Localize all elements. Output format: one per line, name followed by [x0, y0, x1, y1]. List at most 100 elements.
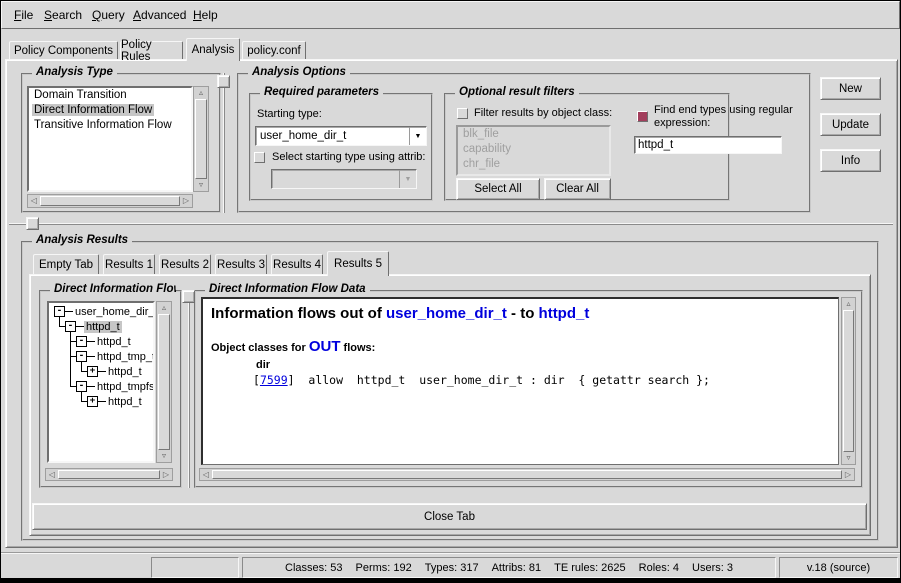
menu-help[interactable]: Help — [193, 2, 218, 28]
menu-advanced-rest: dvanced — [141, 8, 186, 22]
tree-expand-icon[interactable]: - — [54, 306, 65, 317]
tree-node[interactable]: -httpd_tmpfs_t — [76, 380, 155, 393]
scroll-left-icon[interactable]: ◁ — [200, 469, 212, 480]
clear-all-button[interactable]: Clear All — [544, 178, 611, 200]
flow-tree[interactable]: -user_home_dir_t -httpd_t -httpd_t -http… — [47, 301, 155, 463]
select-all-button[interactable]: Select All — [456, 178, 540, 200]
scroll-thumb[interactable] — [58, 470, 160, 479]
tree-node[interactable]: + httpd_t — [87, 395, 144, 408]
analysis-type-hscrollbar[interactable]: ◁ ▷ — [27, 194, 193, 208]
apol-window: File Search Query Advanced Help Policy C… — [0, 0, 901, 583]
rule-id-link[interactable]: 7599 — [260, 373, 288, 387]
scroll-left-icon[interactable]: ◁ — [28, 195, 40, 207]
scroll-up-icon[interactable]: ▵ — [157, 302, 171, 314]
scroll-left-icon[interactable]: ◁ — [46, 469, 58, 480]
flow-data-textarea[interactable]: Information flows out of user_home_dir_t… — [201, 297, 839, 465]
tree-node[interactable]: -user_home_dir_t — [54, 305, 155, 318]
tab-policy-components[interactable]: Policy Components — [9, 41, 118, 59]
tree-node-label[interactable]: httpd_t — [95, 336, 133, 348]
flow-data-vscrollbar[interactable]: ▵ ▿ — [841, 297, 856, 465]
pane-sash-handle[interactable] — [182, 290, 195, 303]
statusbar-divider — [1, 552, 901, 554]
tree-connector — [87, 386, 95, 387]
pane-sash-handle[interactable] — [217, 75, 230, 88]
tree-node-label[interactable]: httpd_tmpfs_t — [95, 381, 155, 393]
pane-sash-handle[interactable] — [26, 217, 39, 230]
tree-connector — [98, 401, 106, 402]
tab-results-3[interactable]: Results 3 — [215, 254, 267, 274]
flow-data-hscrollbar[interactable]: ◁ ▷ — [199, 468, 855, 481]
regex-checkbox[interactable] — [637, 111, 648, 122]
tab-results-2[interactable]: Results 2 — [159, 254, 211, 274]
menu-search[interactable]: Search — [44, 2, 82, 28]
tree-expand-icon[interactable]: - — [76, 336, 87, 347]
starting-type-combobox[interactable]: user_home_dir_t ▼ — [255, 126, 427, 146]
attrib-checkbox-label[interactable]: Select starting type using attrib: — [272, 151, 430, 164]
tree-node-label[interactable]: httpd_t — [106, 366, 144, 378]
list-item: capability — [458, 142, 609, 157]
tab-analysis[interactable]: Analysis — [186, 38, 240, 61]
tab-policy-rules-label: Policy Rules — [121, 39, 182, 63]
regex-input[interactable] — [634, 136, 782, 154]
regex-checkbox-label[interactable]: Find end types using regular expression: — [654, 104, 806, 130]
analysis-type-listbox[interactable]: Domain Transition Direct Information Flo… — [27, 86, 193, 192]
tab-empty-tab[interactable]: Empty Tab — [33, 254, 99, 274]
new-button[interactable]: New — [820, 77, 881, 100]
tree-expand-icon[interactable]: - — [76, 351, 87, 362]
tab-results-3-label: Results 3 — [217, 259, 265, 271]
tab-policy-rules[interactable]: Policy Rules — [120, 41, 183, 59]
flow-tree-hscrollbar[interactable]: ◁ ▷ — [45, 468, 173, 481]
menu-file[interactable]: File — [14, 2, 33, 28]
update-button[interactable]: Update — [820, 113, 881, 136]
info-button[interactable]: Info — [820, 149, 881, 172]
tree-node-label[interactable]: httpd_t — [106, 396, 144, 408]
scroll-thumb[interactable] — [212, 470, 842, 479]
menu-help-rest: elp — [202, 8, 218, 22]
tree-node-label[interactable]: user_home_dir_t — [73, 306, 155, 318]
list-item[interactable]: Direct Information Flow — [29, 103, 191, 118]
tree-expand-icon[interactable]: + — [87, 396, 98, 407]
scroll-thumb[interactable] — [195, 99, 207, 179]
scroll-thumb[interactable] — [158, 314, 170, 450]
tab-policy-conf[interactable]: policy.conf — [242, 41, 306, 59]
tab-results-1[interactable]: Results 1 — [103, 254, 155, 274]
tree-expand-icon[interactable]: - — [65, 321, 76, 332]
flow-tree-vscrollbar[interactable]: ▵ ▿ — [156, 301, 172, 463]
tree-node-label[interactable]: httpd_t — [84, 321, 122, 333]
scroll-thumb[interactable] — [843, 310, 854, 452]
scroll-right-icon[interactable]: ▷ — [180, 195, 192, 207]
filter-object-class-checkbox[interactable] — [457, 108, 468, 119]
scroll-down-icon[interactable]: ▿ — [194, 179, 208, 191]
scroll-thumb[interactable] — [40, 196, 180, 206]
tree-node[interactable]: + httpd_t — [87, 365, 144, 378]
close-tab-button[interactable]: Close Tab — [32, 503, 867, 530]
filter-object-class-label[interactable]: Filter results by object class: — [474, 107, 612, 120]
tree-expand-icon[interactable]: - — [76, 381, 87, 392]
tab-empty-label: Empty Tab — [39, 259, 93, 271]
scroll-right-icon[interactable]: ▷ — [842, 469, 854, 480]
tree-node[interactable]: -httpd_t — [65, 320, 122, 333]
analysis-options-title: Analysis Options — [248, 66, 350, 78]
tab-results-4[interactable]: Results 4 — [271, 254, 323, 274]
source-type-text: user_home_dir_t — [386, 305, 507, 322]
analysis-type-vscrollbar[interactable]: ▵ ▿ — [193, 86, 209, 192]
scroll-up-icon[interactable]: ▵ — [194, 87, 208, 99]
attrib-checkbox[interactable] — [254, 152, 265, 163]
tree-node[interactable]: -httpd_tmp_t — [76, 350, 155, 363]
scroll-down-icon[interactable]: ▿ — [157, 450, 171, 462]
tree-node[interactable]: -httpd_t — [76, 335, 133, 348]
chevron-down-icon[interactable]: ▼ — [409, 127, 426, 145]
tree-node-label[interactable]: httpd_tmp_t — [95, 351, 155, 363]
tree-expand-icon[interactable]: + — [87, 366, 98, 377]
pane-divider-line — [223, 73, 225, 213]
menu-query[interactable]: Query — [92, 2, 125, 28]
scroll-up-icon[interactable]: ▵ — [842, 298, 855, 310]
menu-advanced[interactable]: Advanced — [133, 2, 186, 28]
tab-results-5[interactable]: Results 5 — [327, 251, 389, 276]
update-button-label: Update — [832, 119, 869, 131]
tab-results-5-label: Results 5 — [334, 258, 382, 270]
scroll-down-icon[interactable]: ▿ — [842, 452, 855, 464]
list-item[interactable]: Transitive Information Flow — [29, 118, 191, 133]
list-item[interactable]: Domain Transition — [29, 88, 191, 103]
scroll-right-icon[interactable]: ▷ — [160, 469, 172, 480]
